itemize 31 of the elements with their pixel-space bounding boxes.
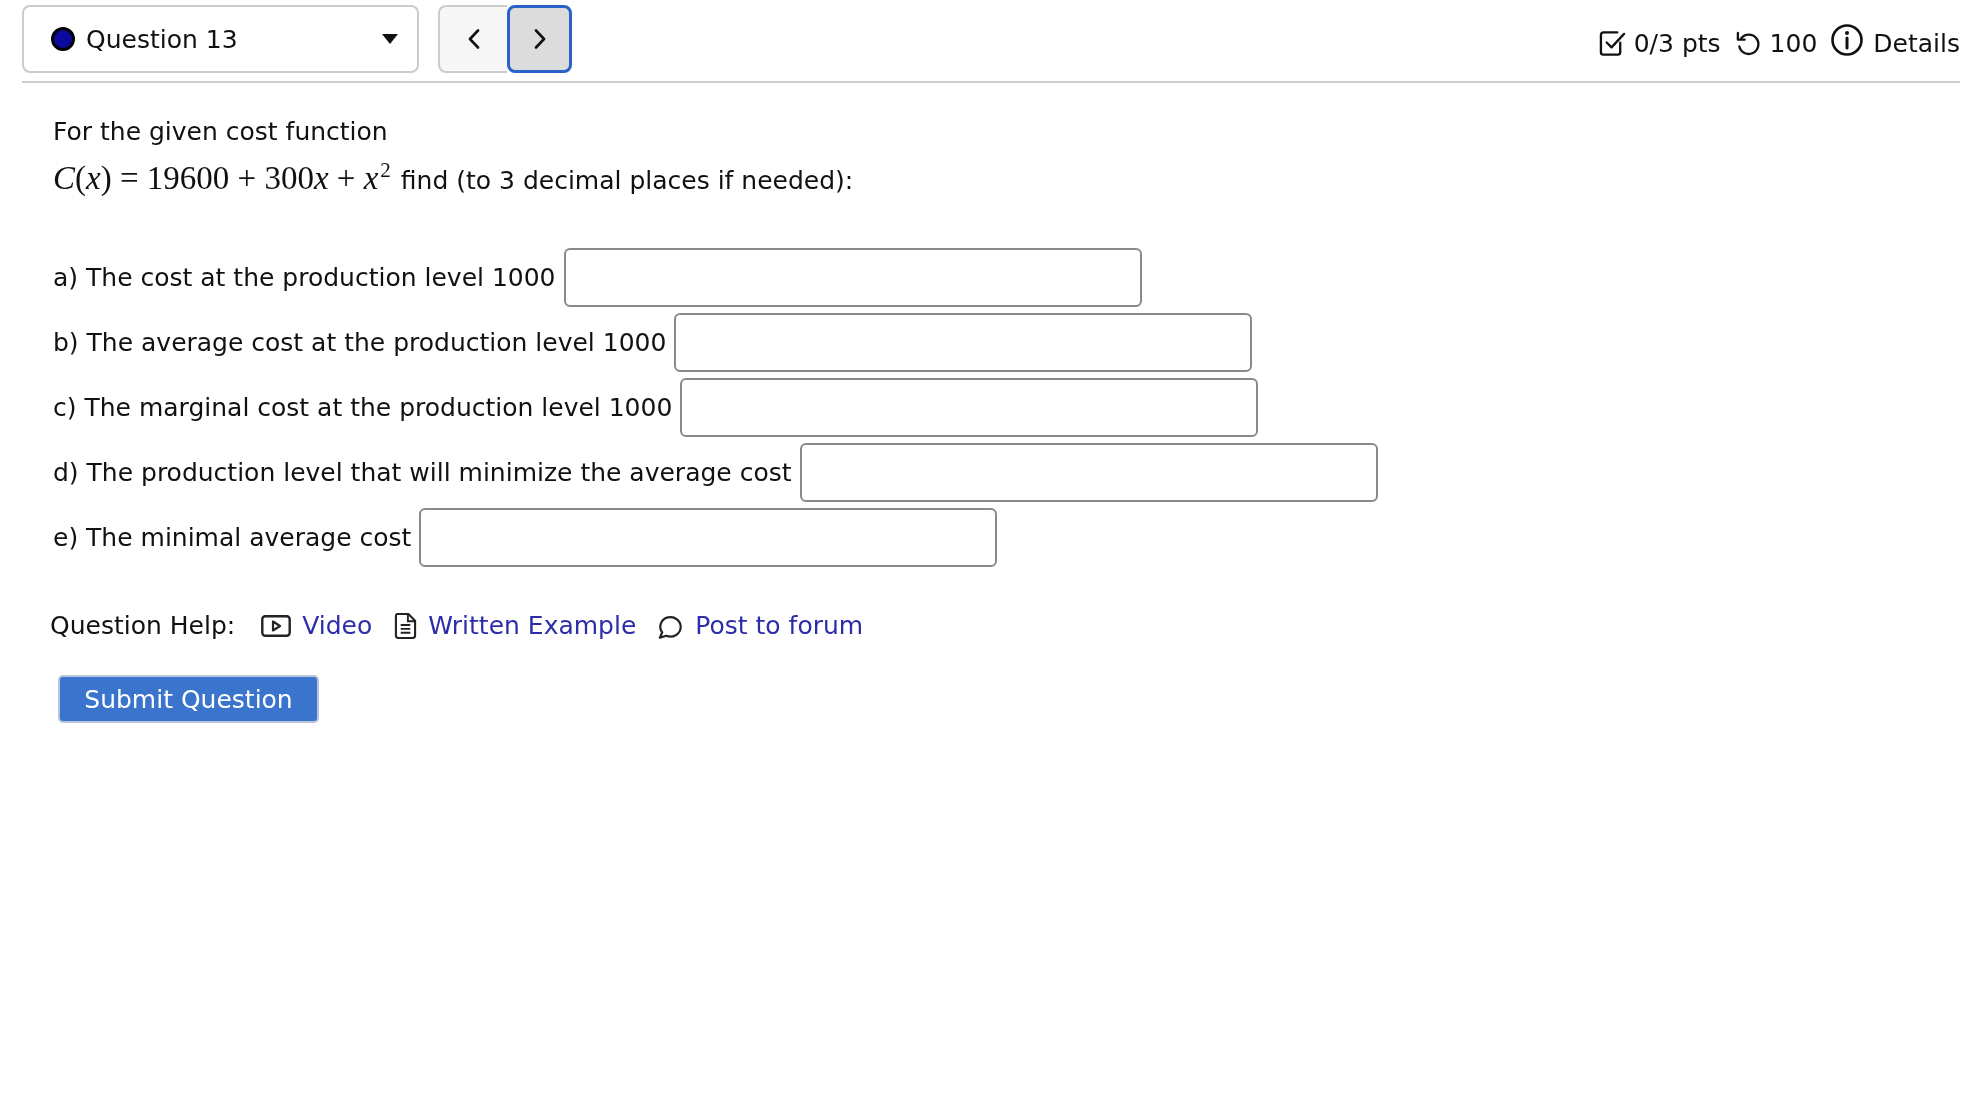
- question-dropdown[interactable]: Question 13: [22, 5, 419, 73]
- undo-arrow-icon: [1734, 29, 1762, 57]
- help-label: Question Help:: [50, 611, 236, 640]
- caret-icon: [382, 34, 398, 44]
- answer-field[interactable]: [419, 508, 998, 567]
- video-play-icon: [261, 613, 292, 638]
- question-text: For the given cost function: [53, 117, 388, 147]
- answer-field[interactable]: [799, 443, 1378, 502]
- info-icon: [1831, 24, 1864, 56]
- checkbox-tick-icon: [1598, 29, 1626, 57]
- submit-button[interactable]: Submit Question: [58, 675, 319, 723]
- part-label: e) The minimal average cost: [53, 523, 412, 552]
- instruction-text: find (to 3 decimal places if needed):: [400, 165, 854, 197]
- details-button[interactable]: Details: [1831, 28, 1960, 58]
- part-label: c) The marginal cost at the production level 1000: [53, 393, 673, 422]
- points-text: 0/3 pts: [1633, 28, 1721, 58]
- attempts-text: 100: [1769, 28, 1818, 58]
- math-formula: C(x) = 19600 + 300x + x$^{2}$: [53, 157, 391, 197]
- help-link[interactable]: Video: [261, 611, 373, 640]
- part-label: a) The cost at the production level 1000: [53, 263, 556, 292]
- next-button[interactable]: [507, 5, 572, 73]
- answer-field[interactable]: [680, 378, 1259, 437]
- answer-field[interactable]: [563, 248, 1142, 307]
- help-link[interactable]: Post to forum: [658, 611, 864, 640]
- part-label: d) The production level that will minimize the average cost: [53, 458, 792, 487]
- part-label: b) The average cost at the production level 1000: [53, 328, 667, 357]
- chevron-right-icon: [533, 29, 546, 49]
- document-icon: [394, 611, 418, 640]
- help-link[interactable]: Written Example: [394, 611, 637, 640]
- answer-field[interactable]: [674, 313, 1253, 372]
- chevron-left-icon: [467, 29, 480, 49]
